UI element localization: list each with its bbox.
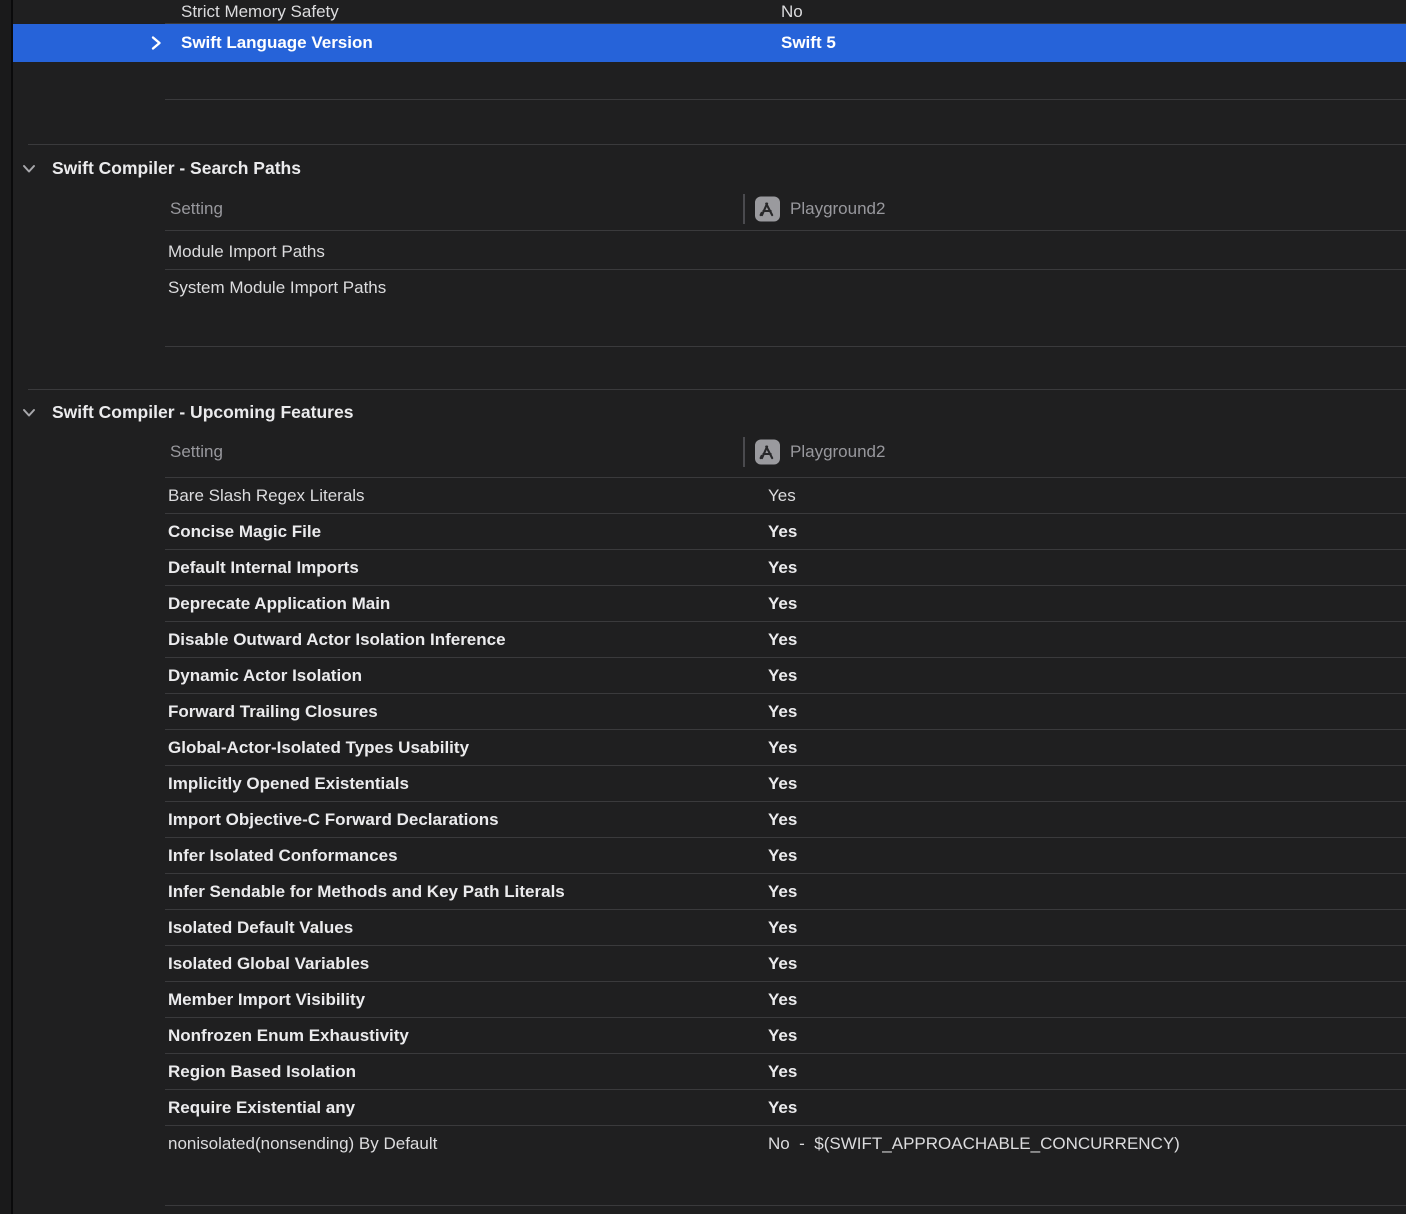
- chevron-down-icon[interactable]: [20, 404, 38, 422]
- setting-value[interactable]: Yes: [768, 738, 797, 758]
- header-separator: [165, 230, 1406, 231]
- setting-value[interactable]: Swift 5: [781, 33, 836, 53]
- column-header-setting: Setting: [170, 442, 223, 461]
- setting-value[interactable]: Yes: [768, 810, 797, 830]
- app-store-a-icon: [755, 196, 780, 222]
- setting-row-swift-language-version-selected[interactable]: Swift Language Version Swift 5: [13, 24, 1406, 62]
- setting-value[interactable]: Yes: [768, 1062, 797, 1082]
- column-divider[interactable]: [743, 437, 745, 467]
- table-row[interactable]: Isolated Default Values Yes: [0, 910, 1406, 946]
- table-row[interactable]: Deprecate Application Main Yes: [0, 586, 1406, 622]
- section-title: Swift Compiler - Search Paths: [52, 157, 301, 178]
- column-header-target[interactable]: Playground2: [790, 199, 885, 219]
- table-end-separator: [165, 99, 1406, 100]
- setting-name: Isolated Global Variables: [168, 954, 370, 973]
- setting-value[interactable]: Yes: [768, 954, 797, 974]
- section-header-upcoming-features[interactable]: Swift Compiler - Upcoming Features: [0, 394, 1406, 430]
- table-row[interactable]: Isolated Global Variables Yes: [0, 946, 1406, 982]
- setting-name: Default Internal Imports: [168, 558, 359, 577]
- table-row[interactable]: nonisolated(nonsending) By Default No - …: [0, 1126, 1406, 1162]
- setting-name: Concise Magic File: [168, 522, 322, 541]
- setting-name: Infer Sendable for Methods and Key Path …: [168, 882, 565, 901]
- setting-name: System Module Import Paths: [168, 278, 387, 297]
- table-row[interactable]: Global-Actor-Isolated Types Usability Ye…: [0, 730, 1406, 766]
- setting-value[interactable]: Yes: [768, 774, 797, 794]
- table-row[interactable]: Forward Trailing Closures Yes: [0, 694, 1406, 730]
- setting-value[interactable]: Yes: [768, 702, 797, 722]
- section-title: Swift Compiler - Upcoming Features: [52, 401, 354, 422]
- column-header-row: Setting Playground2: [0, 431, 1406, 473]
- column-header-row: Setting Playground2: [0, 188, 1406, 230]
- setting-row-strict-memory-safety[interactable]: Strict Memory Safety No: [13, 0, 1406, 23]
- setting-name: Region Based Isolation: [168, 1062, 356, 1081]
- table-end-separator: [165, 346, 1406, 347]
- section-separator: [28, 144, 1406, 145]
- setting-value[interactable]: Yes: [768, 630, 797, 650]
- table-row[interactable]: Nonfrozen Enum Exhaustivity Yes: [0, 1018, 1406, 1054]
- table-end-separator: [165, 1205, 1406, 1206]
- chevron-right-icon[interactable]: [146, 33, 166, 53]
- app-store-a-icon: [755, 439, 780, 465]
- upcoming-features-table: Bare Slash Regex Literals Yes Concise Ma…: [0, 478, 1406, 1162]
- setting-value[interactable]: Yes: [768, 990, 797, 1010]
- table-row[interactable]: Infer Sendable for Methods and Key Path …: [0, 874, 1406, 910]
- setting-value[interactable]: Yes: [768, 882, 797, 902]
- setting-value[interactable]: Yes: [768, 486, 796, 506]
- setting-name: Dynamic Actor Isolation: [168, 666, 362, 685]
- setting-name: Import Objective-C Forward Declarations: [168, 810, 499, 829]
- setting-name: Member Import Visibility: [168, 990, 366, 1009]
- table-row[interactable]: System Module Import Paths: [0, 270, 1406, 306]
- setting-name: Disable Outward Actor Isolation Inferenc…: [168, 630, 506, 649]
- setting-name: Implicitly Opened Existentials: [168, 774, 409, 793]
- setting-name: Global-Actor-Isolated Types Usability: [168, 738, 470, 757]
- setting-name: Bare Slash Regex Literals: [168, 486, 365, 505]
- table-row[interactable]: Disable Outward Actor Isolation Inferenc…: [0, 622, 1406, 658]
- setting-name: Isolated Default Values: [168, 918, 354, 937]
- setting-value[interactable]: Yes: [768, 594, 797, 614]
- setting-name: nonisolated(nonsending) By Default: [168, 1134, 438, 1153]
- table-row[interactable]: Require Existential any Yes: [0, 1090, 1406, 1126]
- setting-name: Nonfrozen Enum Exhaustivity: [168, 1026, 409, 1045]
- setting-name: Module Import Paths: [168, 242, 325, 261]
- setting-name: Swift Language Version: [181, 33, 373, 52]
- table-row[interactable]: Member Import Visibility Yes: [0, 982, 1406, 1018]
- section-separator: [28, 389, 1406, 390]
- table-row[interactable]: Dynamic Actor Isolation Yes: [0, 658, 1406, 694]
- column-header-target[interactable]: Playground2: [790, 442, 885, 462]
- search-paths-table: Module Import Paths System Module Import…: [0, 234, 1406, 306]
- setting-name: Strict Memory Safety: [181, 1, 339, 21]
- setting-name: Infer Isolated Conformances: [168, 846, 398, 865]
- table-row[interactable]: Default Internal Imports Yes: [0, 550, 1406, 586]
- section-header-search-paths[interactable]: Swift Compiler - Search Paths: [0, 150, 1406, 186]
- setting-value[interactable]: Yes: [768, 846, 797, 866]
- setting-value[interactable]: Yes: [768, 558, 797, 578]
- setting-name: Deprecate Application Main: [168, 594, 391, 613]
- table-row[interactable]: Bare Slash Regex Literals Yes: [0, 478, 1406, 514]
- setting-value[interactable]: No - $(SWIFT_APPROACHABLE_CONCURRENCY): [768, 1134, 1180, 1154]
- setting-value[interactable]: Yes: [768, 918, 797, 938]
- table-row[interactable]: Region Based Isolation Yes: [0, 1054, 1406, 1090]
- setting-value[interactable]: Yes: [768, 522, 797, 542]
- setting-value[interactable]: No: [781, 2, 803, 22]
- column-header-setting: Setting: [170, 199, 223, 218]
- chevron-down-icon[interactable]: [20, 160, 38, 178]
- setting-value[interactable]: Yes: [768, 1026, 797, 1046]
- table-row[interactable]: Implicitly Opened Existentials Yes: [0, 766, 1406, 802]
- table-row[interactable]: Concise Magic File Yes: [0, 514, 1406, 550]
- setting-value[interactable]: Yes: [768, 666, 797, 686]
- setting-value[interactable]: Yes: [768, 1098, 797, 1118]
- setting-name: Forward Trailing Closures: [168, 702, 378, 721]
- table-row[interactable]: Module Import Paths: [0, 234, 1406, 270]
- setting-name: Require Existential any: [168, 1098, 356, 1117]
- column-divider[interactable]: [743, 194, 745, 224]
- table-row[interactable]: Import Objective-C Forward Declarations …: [0, 802, 1406, 838]
- table-row[interactable]: Infer Isolated Conformances Yes: [0, 838, 1406, 874]
